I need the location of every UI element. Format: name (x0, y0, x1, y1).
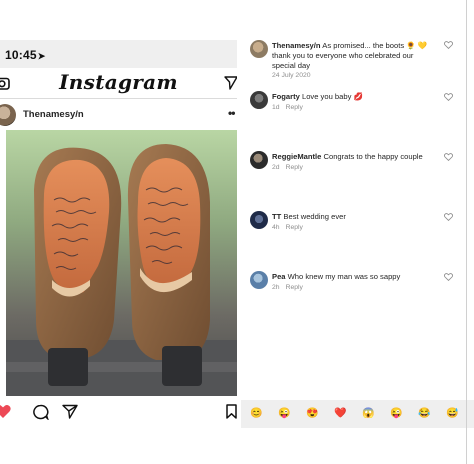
avatar[interactable] (250, 271, 268, 289)
comment-username[interactable]: Pea (272, 272, 286, 281)
comment-meta: 24 July 2020 (272, 72, 317, 79)
heart-icon[interactable] (0, 404, 11, 419)
comment-body: Best wedding ever (283, 212, 346, 221)
comment-meta: 4h Reply (272, 224, 309, 231)
emoji-reaction[interactable]: 😅 (446, 408, 458, 420)
emoji-reaction-bar: 😊 😜 😍 ❤️ 😱 😜 😂 😅 (241, 400, 474, 428)
comment-username[interactable]: ReggieMantle (272, 152, 321, 161)
comment-text: Thenamesy/n As promised... the boots 🌻 💛… (272, 41, 432, 71)
bookmark-icon[interactable] (226, 404, 237, 419)
like-comment-heart-icon[interactable] (444, 213, 453, 221)
like-comment-heart-icon[interactable] (444, 153, 453, 161)
post-photo (6, 130, 237, 396)
more-options-icon[interactable]: •• (228, 106, 235, 120)
reply-link[interactable]: Reply (286, 164, 303, 171)
reply-link[interactable]: Reply (286, 104, 303, 111)
post-username[interactable]: Thenamesy/n (23, 109, 84, 120)
comment-time: 2d (272, 164, 280, 171)
emoji-reaction[interactable]: 😊 (250, 408, 262, 420)
comment-text: Fogarty Love you baby 💋 (272, 92, 432, 102)
reply-link[interactable]: Reply (286, 284, 303, 291)
emoji-reaction[interactable]: 😂 (418, 408, 430, 420)
comment-text: TT Best wedding ever (272, 212, 432, 222)
like-comment-heart-icon[interactable] (444, 273, 453, 281)
comment-time: 2h (272, 284, 280, 291)
share-icon[interactable] (62, 404, 78, 419)
location-arrow-icon: ➤ (37, 51, 46, 61)
comment-username[interactable]: Thenamesy/n (272, 41, 321, 50)
comment-meta: 2h Reply (272, 284, 309, 291)
avatar[interactable] (250, 40, 268, 58)
comment-meta: 1d Reply (272, 104, 309, 111)
like-comment-heart-icon[interactable] (444, 41, 453, 49)
emoji-reaction[interactable]: 😱 (362, 408, 374, 420)
instagram-logo: Instagram (59, 70, 178, 94)
comment-icon[interactable] (32, 404, 49, 420)
send-icon[interactable] (224, 76, 238, 90)
comment-text: ReggieMantle Congrats to the happy coupl… (272, 152, 432, 162)
avatar[interactable] (250, 151, 268, 169)
comment-time: 1d (272, 104, 280, 111)
comment-username[interactable]: TT (272, 212, 281, 221)
comment-body: Congrats to the happy couple (323, 152, 423, 161)
status-time: 10:45➤ (5, 48, 45, 62)
reply-link[interactable]: Reply (286, 224, 303, 231)
comment-time: 24 July 2020 (272, 72, 311, 79)
divider (466, 0, 467, 464)
comment-meta: 2d Reply (272, 164, 309, 171)
emoji-reaction[interactable]: ❤️ (334, 408, 346, 420)
comment-text: Pea Who knew my man was so sappy (272, 272, 432, 282)
comment-body: Love you baby 💋 (301, 92, 363, 101)
like-comment-heart-icon[interactable] (444, 93, 453, 101)
comment-username[interactable]: Fogarty (272, 92, 300, 101)
emoji-reaction[interactable]: 😍 (306, 408, 318, 420)
comment-time: 4h (272, 224, 280, 231)
comment-body: Who knew my man was so sappy (287, 272, 401, 281)
emoji-reaction[interactable]: 😜 (278, 408, 290, 420)
avatar[interactable] (250, 91, 268, 109)
emoji-reaction[interactable]: 😜 (390, 408, 402, 420)
avatar[interactable] (250, 211, 268, 229)
status-time-text: 10:45 (5, 48, 37, 62)
